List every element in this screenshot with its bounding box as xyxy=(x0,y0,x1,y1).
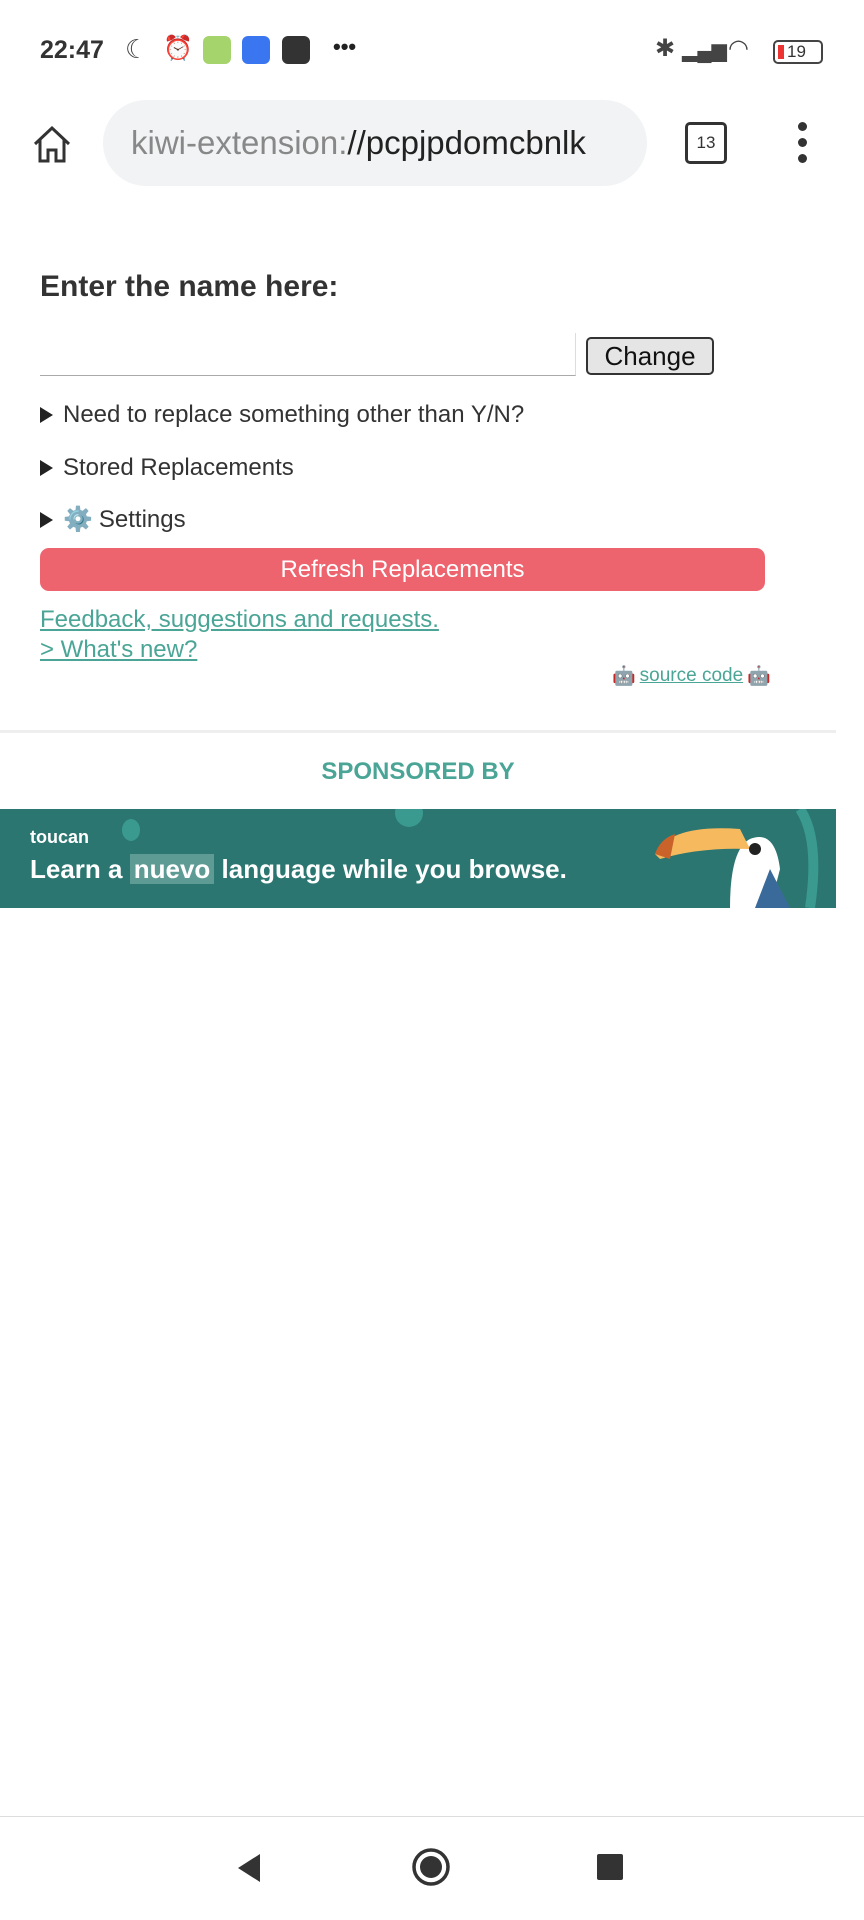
more-notifications-icon: ••• xyxy=(333,34,357,59)
home-icon[interactable] xyxy=(30,122,74,166)
ad-brand: toucan xyxy=(30,827,90,847)
recents-icon[interactable] xyxy=(596,1853,624,1881)
url-path: //pcpjpdomcbnlk xyxy=(347,124,586,161)
menu-dot-icon xyxy=(798,122,807,131)
robot-icon: 🤖 xyxy=(612,666,636,687)
back-icon[interactable] xyxy=(234,1852,266,1884)
name-input[interactable] xyxy=(40,333,576,376)
disclosure-triangle-icon xyxy=(40,407,53,423)
clock: 22:47 xyxy=(40,36,104,64)
gear-icon: ⚙️ xyxy=(63,506,93,533)
sponsored-label: SPONSORED BY xyxy=(321,758,515,785)
change-button[interactable]: Change xyxy=(586,337,714,375)
toucan-illustration xyxy=(655,809,819,908)
source-code-link[interactable]: source code xyxy=(640,665,744,687)
app-icon xyxy=(282,36,310,64)
moon-icon: ☾ xyxy=(125,34,149,64)
details-label: Need to replace something other than Y/N… xyxy=(63,401,525,428)
wifi-icon: ◠ xyxy=(728,35,749,62)
tab-count-button[interactable]: 13 xyxy=(685,122,727,164)
details-settings[interactable]: ⚙️ Settings xyxy=(40,505,186,534)
details-label: Settings xyxy=(98,505,186,533)
details-replace-other[interactable]: Need to replace something other than Y/N… xyxy=(40,401,524,429)
nav-divider xyxy=(0,1816,864,1817)
divider xyxy=(0,730,836,733)
details-label: Stored Replacements xyxy=(63,454,294,481)
robot-icon: 🤖 xyxy=(747,666,771,687)
decor-dot xyxy=(122,819,140,841)
status-bar: 22:47 ☾ ⏰ ••• ✱ ▂▄▆ ◠ 19 xyxy=(0,0,864,100)
feedback-link[interactable]: Feedback, suggestions and requests. xyxy=(40,606,439,634)
details-stored-replacements[interactable]: Stored Replacements xyxy=(40,454,294,482)
battery-icon: 19 xyxy=(773,40,823,64)
signal-icon: ▂▄▆ xyxy=(682,40,727,62)
battery-level: 19 xyxy=(787,42,806,61)
ad-text-end: language while you browse. xyxy=(221,854,567,884)
home-nav-icon[interactable] xyxy=(411,1847,451,1887)
disclosure-triangle-icon xyxy=(40,511,53,528)
ad-text-start: Learn a xyxy=(30,854,123,884)
disclosure-triangle-icon xyxy=(40,460,53,476)
url-scheme: kiwi-extension: xyxy=(131,124,348,161)
alarm-icon: ⏰ xyxy=(163,35,193,62)
ad-text: Learn a nuevo language while you browse. xyxy=(30,854,567,885)
menu-dot-icon xyxy=(798,154,807,163)
whats-new-link[interactable]: > What's new? xyxy=(40,636,197,664)
refresh-replacements-button[interactable]: Refresh Replacements xyxy=(40,548,765,591)
android-app-icon xyxy=(203,36,231,64)
ad-highlight: nuevo xyxy=(129,854,215,884)
menu-button[interactable] xyxy=(785,118,821,168)
page-title: Enter the name here: xyxy=(40,270,339,303)
menu-dot-icon xyxy=(798,138,807,147)
bluetooth-icon: ✱ xyxy=(655,35,676,62)
url-bar[interactable]: kiwi-extension://pcpjpdomcbnlk xyxy=(103,100,647,186)
signal-app-icon xyxy=(242,36,270,64)
source-code: 🤖 source code 🤖 xyxy=(612,664,771,688)
toucan-ad-banner[interactable]: toucan Learn a nuevo language while you … xyxy=(0,809,836,908)
decor-dot xyxy=(395,809,423,827)
